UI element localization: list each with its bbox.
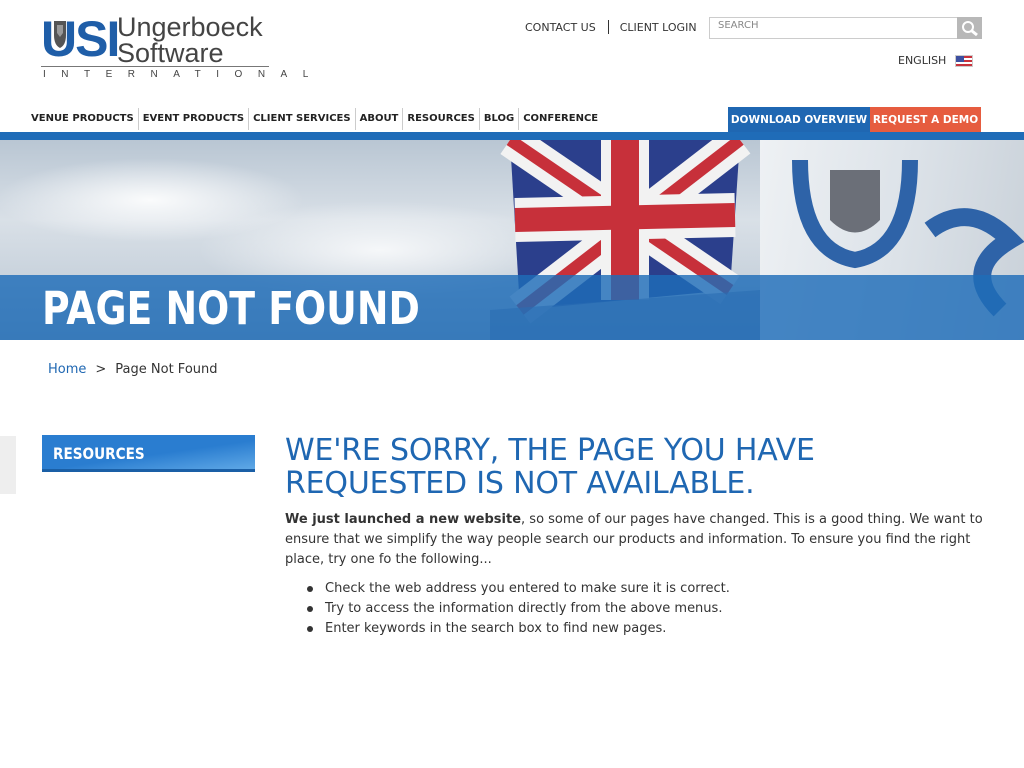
search-input[interactable]: SEARCH <box>709 17 959 39</box>
sidebar-heading-label: RESOURCES <box>53 444 145 463</box>
error-heading: WE'RE SORRY, THE PAGE YOU HAVE REQUESTED… <box>285 433 815 501</box>
side-feedback-tab[interactable] <box>0 436 16 494</box>
request-demo-button[interactable]: REQUEST A DEMO <box>870 107 981 132</box>
nav-underline-bar <box>0 132 1024 140</box>
breadcrumb: Home > Page Not Found <box>48 362 218 377</box>
nav-item-resources[interactable]: RESOURCES <box>402 108 478 130</box>
page-title: PAGE NOT FOUND <box>42 282 420 335</box>
logo-divider <box>41 66 269 67</box>
client-login-link[interactable]: CLIENT LOGIN <box>620 21 697 34</box>
breadcrumb-home-link[interactable]: Home <box>48 362 86 377</box>
sidebar-heading: RESOURCES <box>42 435 255 472</box>
list-item: Enter keywords in the search box to find… <box>285 619 985 639</box>
nav-item-blog[interactable]: BLOG <box>478 108 518 130</box>
nav-item-client-services[interactable]: CLIENT SERVICES <box>248 108 355 130</box>
language-label: ENGLISH <box>898 54 947 67</box>
hero-banner: PAGE NOT FOUND <box>0 140 1024 340</box>
tips-list: Check the web address you entered to mak… <box>285 579 985 639</box>
logo-name-line2: Software <box>117 38 224 68</box>
download-overview-button[interactable]: DOWNLOAD OVERVIEW <box>728 107 870 132</box>
site-header: USI Ungerboeck Software INTERNATIONAL CO… <box>0 0 1024 140</box>
language-selector[interactable]: ENGLISH <box>898 54 974 67</box>
list-item: Check the web address you entered to mak… <box>285 579 985 599</box>
top-links-divider <box>607 20 609 34</box>
intro-bold-text: We just launched a new website <box>285 512 522 527</box>
search-icon <box>961 21 978 36</box>
main-nav: VENUE PRODUCTS EVENT PRODUCTS CLIENT SER… <box>31 108 602 130</box>
intro-paragraph: We just launched a new website, so some … <box>285 510 985 570</box>
nav-item-venue-products[interactable]: VENUE PRODUCTS <box>31 108 138 130</box>
nav-item-conference[interactable]: CONFERENCE <box>518 108 602 130</box>
crest-icon <box>54 21 66 48</box>
breadcrumb-current: Page Not Found <box>115 362 218 377</box>
nav-item-about[interactable]: ABOUT <box>354 108 403 130</box>
list-item: Try to access the information directly f… <box>285 599 985 619</box>
usi-logo[interactable]: USI Ungerboeck Software INTERNATIONAL <box>41 14 324 82</box>
contact-us-link[interactable]: CONTACT US <box>525 21 596 34</box>
main-content: WE'RE SORRY, THE PAGE YOU HAVE REQUESTED… <box>285 434 985 639</box>
logo-company-name: Ungerboeck Software <box>117 14 263 68</box>
us-flag-icon <box>955 54 974 67</box>
logo-tagline: INTERNATIONAL <box>43 69 324 80</box>
breadcrumb-separator: > <box>95 362 107 377</box>
nav-item-event-products[interactable]: EVENT PRODUCTS <box>137 108 248 130</box>
top-links: CONTACT US CLIENT LOGIN <box>525 20 697 34</box>
search-button[interactable] <box>957 17 982 39</box>
